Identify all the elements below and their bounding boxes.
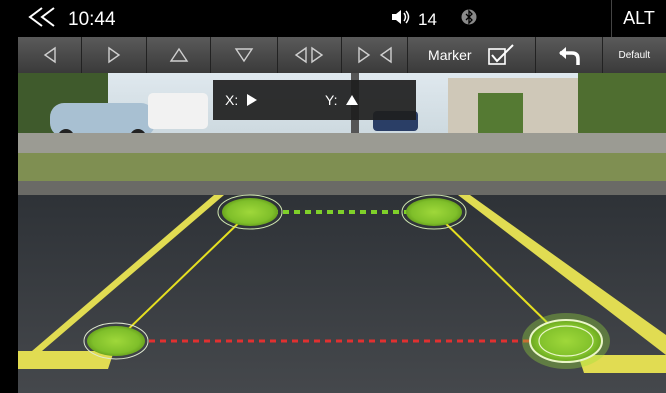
handle-bottom-left[interactable] xyxy=(83,322,149,360)
volume-level: 14 xyxy=(418,9,437,29)
bluetooth-icon xyxy=(461,8,477,31)
clock-time: 10:44 xyxy=(68,9,116,30)
undo-button[interactable] xyxy=(536,37,603,73)
y-label: Y: xyxy=(325,92,338,108)
y-indicator: Y: xyxy=(325,92,359,108)
marker-label: Marker xyxy=(428,47,472,63)
move-right-button[interactable] xyxy=(82,37,147,73)
status-left: 10:44 xyxy=(26,6,116,34)
position-panel: X: Y: xyxy=(213,80,416,120)
move-up-button[interactable] xyxy=(147,37,212,73)
triangle-right-icon xyxy=(247,94,258,106)
move-down-button[interactable] xyxy=(211,37,278,73)
checkbox-checked-icon xyxy=(487,44,514,65)
double-chevron-left-icon[interactable] xyxy=(26,6,60,34)
triangle-right-icon xyxy=(108,46,121,64)
default-button[interactable]: Default xyxy=(603,37,666,73)
narrow-icon xyxy=(295,46,324,64)
parking-guide-overlay xyxy=(83,194,610,369)
undo-arrow-icon xyxy=(558,47,580,65)
guide-line-left xyxy=(115,211,251,342)
handle-top-right[interactable] xyxy=(401,194,467,230)
status-center: 14 xyxy=(390,8,477,31)
triangle-up-icon xyxy=(346,95,359,105)
move-left-button[interactable] xyxy=(18,37,83,73)
alt-button[interactable]: ALT xyxy=(611,0,666,37)
default-label: Default xyxy=(618,49,651,61)
toolbar: Marker Default xyxy=(18,37,666,73)
handle-bottom-right-selected[interactable] xyxy=(522,313,610,369)
triangle-left-icon xyxy=(43,46,56,64)
marker-toggle[interactable]: Marker xyxy=(408,37,537,73)
widen-icon xyxy=(358,46,392,64)
x-indicator: X: xyxy=(225,92,258,108)
x-label: X: xyxy=(225,92,239,108)
speaker-icon xyxy=(390,9,412,30)
camera-view xyxy=(18,73,666,393)
narrow-button[interactable] xyxy=(278,37,343,73)
widen-button[interactable] xyxy=(342,37,409,73)
status-bar: 10:44 14 ALT xyxy=(0,0,666,37)
triangle-up-icon xyxy=(169,47,188,62)
triangle-down-icon xyxy=(234,48,254,63)
handle-top-left[interactable] xyxy=(217,194,283,230)
